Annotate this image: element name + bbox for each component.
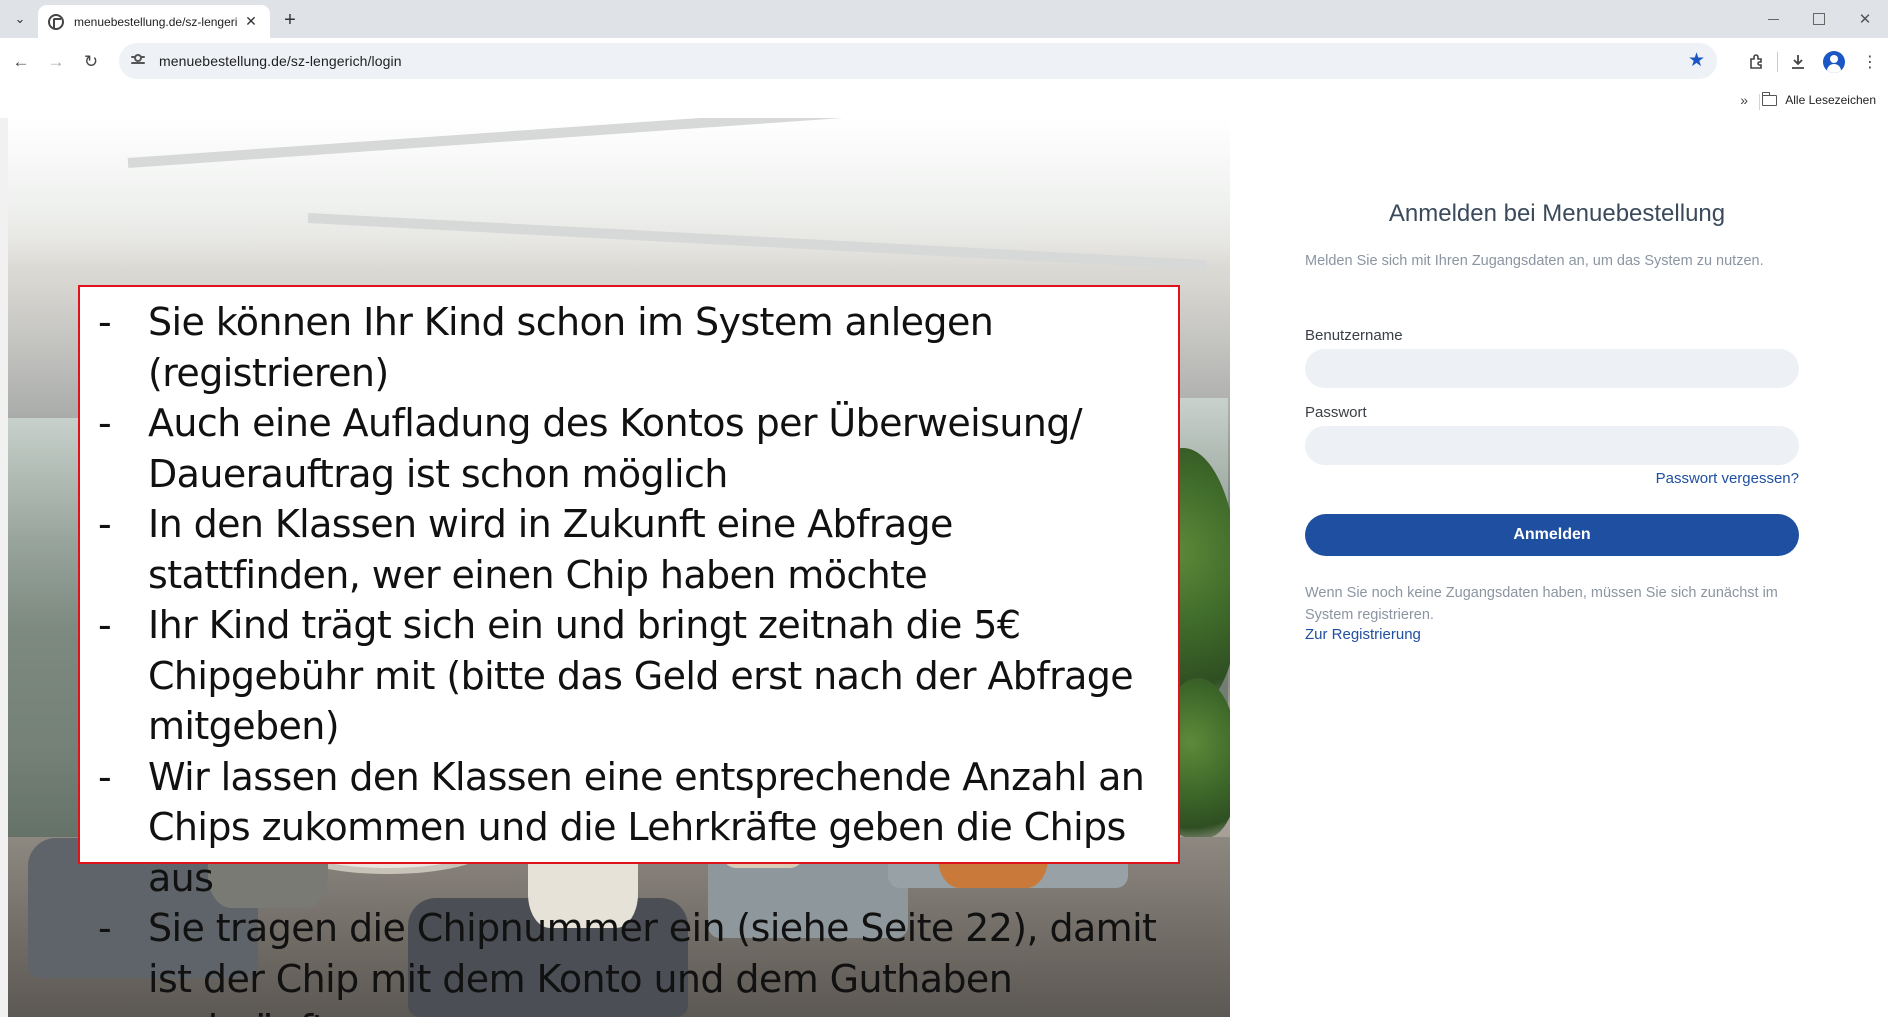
profile-button[interactable] (1816, 44, 1852, 80)
reload-icon[interactable]: ↻ (79, 50, 103, 74)
bullet-text: Ihr Kind trägt sich ein und bringt zeitn… (148, 603, 1134, 748)
window-controls: ✕ (1750, 0, 1888, 38)
bullet-dash: - (98, 754, 112, 799)
all-bookmarks-label: Alle Lesezeichen (1785, 93, 1876, 107)
bullet-dash: - (98, 502, 112, 546)
bullet-text: Sie können Ihr Kind schon im System anle… (148, 300, 994, 395)
password-input[interactable] (1305, 426, 1799, 465)
globe-icon (48, 13, 64, 30)
bullet-text: Sie tragen die Chipnummer ein (siehe Sei… (148, 906, 1157, 1017)
no-account-text: Wenn Sie noch keine Zugangsdaten haben, … (1305, 585, 1778, 623)
active-tab[interactable]: menuebestellung.de/sz-lengeri ✕ (38, 5, 270, 38)
new-tab-button[interactable]: + (278, 8, 302, 32)
toolbar-divider (1777, 52, 1778, 72)
hero-image: - Sie können Ihr Kind schon im System anl… (8, 118, 1230, 1017)
bullet-dash: - (98, 906, 112, 950)
bullet-text: Wir lassen den Klassen eine entsprechend… (148, 754, 1145, 900)
register-link[interactable]: Zur Registrierung (1305, 626, 1421, 643)
list-item: - Auch eine Aufladung des Kontos per Über… (80, 398, 1166, 499)
username-label: Benutzername (1305, 327, 1403, 344)
ceiling (8, 118, 1230, 268)
more-vert-icon[interactable]: ⋮ (1852, 44, 1888, 80)
arrow-right-icon[interactable]: → (44, 50, 68, 74)
login-subtitle: Melden Sie sich mit Ihren Zugangsdaten a… (1305, 253, 1764, 269)
close-window-button[interactable]: ✕ (1842, 0, 1888, 38)
list-item: - Wir lassen den Klassen eine entsprechen… (80, 752, 1166, 904)
login-button[interactable]: Anmelden (1305, 514, 1799, 556)
info-bullet-list: - Sie können Ihr Kind schon im System anl… (80, 297, 1166, 1017)
bullet-text: In den Klassen wird in Zukunft eine Abfr… (148, 502, 953, 597)
chevron-down-icon[interactable]: ⌄ (8, 9, 32, 29)
folder-icon (1761, 91, 1778, 106)
password-label: Passwort (1305, 404, 1367, 421)
list-item: - Ihr Kind trägt sich ein und bringt zeit… (80, 600, 1166, 752)
login-title: Anmelden bei Menuebestellung (1388, 200, 1726, 227)
close-icon[interactable]: ✕ (242, 13, 260, 30)
bullet-text: Auch eine Aufladung des Kontos per Überw… (148, 401, 1083, 496)
profile-icon (1823, 51, 1845, 73)
bullet-dash: - (98, 401, 112, 445)
address-bar[interactable]: menuebestellung.de/sz-lengerich/login ★ (119, 43, 1717, 79)
all-bookmarks-button[interactable]: Alle Lesezeichen (1761, 91, 1876, 107)
forgot-password-link[interactable]: Passwort vergessen? (1305, 470, 1799, 487)
star-icon[interactable]: ★ (1688, 49, 1705, 72)
toolbar-actions: ⋮ (1739, 38, 1888, 86)
bullet-dash: - (98, 300, 112, 344)
list-item: - In den Klassen wird in Zukunft eine Abf… (80, 499, 1166, 600)
page-viewport: - Sie können Ihr Kind schon im System anl… (0, 118, 1888, 1017)
puzzle-icon[interactable] (1739, 44, 1775, 80)
download-icon[interactable] (1780, 44, 1816, 80)
url-text[interactable]: menuebestellung.de/sz-lengerich/login (159, 53, 402, 69)
bookmarks-divider (1759, 94, 1760, 110)
list-item: - Sie können Ihr Kind schon im System anl… (80, 297, 1166, 398)
tab-strip: ⌄ menuebestellung.de/sz-lengeri ✕ + ✕ (0, 0, 1888, 38)
tune-icon[interactable] (131, 53, 147, 69)
minimize-button[interactable] (1750, 0, 1796, 38)
page-left-edge (0, 118, 8, 1017)
tab-title: menuebestellung.de/sz-lengeri (74, 14, 238, 29)
arrow-left-icon[interactable]: ← (9, 50, 33, 74)
login-panel: Anmelden bei Menuebestellung Melden Sie … (1230, 118, 1888, 1017)
info-overlay: - Sie können Ihr Kind schon im System anl… (78, 285, 1180, 1017)
bullet-dash: - (98, 603, 112, 647)
maximize-button[interactable] (1796, 0, 1842, 38)
bookmarks-overflow-button[interactable]: » (1740, 92, 1748, 108)
list-item: - Sie tragen die Chipnummer ein (siehe Se… (80, 903, 1166, 1017)
browser-toolbar: ← → ↻ menuebestellung.de/sz-lengerich/lo… (0, 38, 1888, 86)
username-input[interactable] (1305, 349, 1799, 388)
bookmarks-bar: » Alle Lesezeichen (0, 86, 1888, 118)
